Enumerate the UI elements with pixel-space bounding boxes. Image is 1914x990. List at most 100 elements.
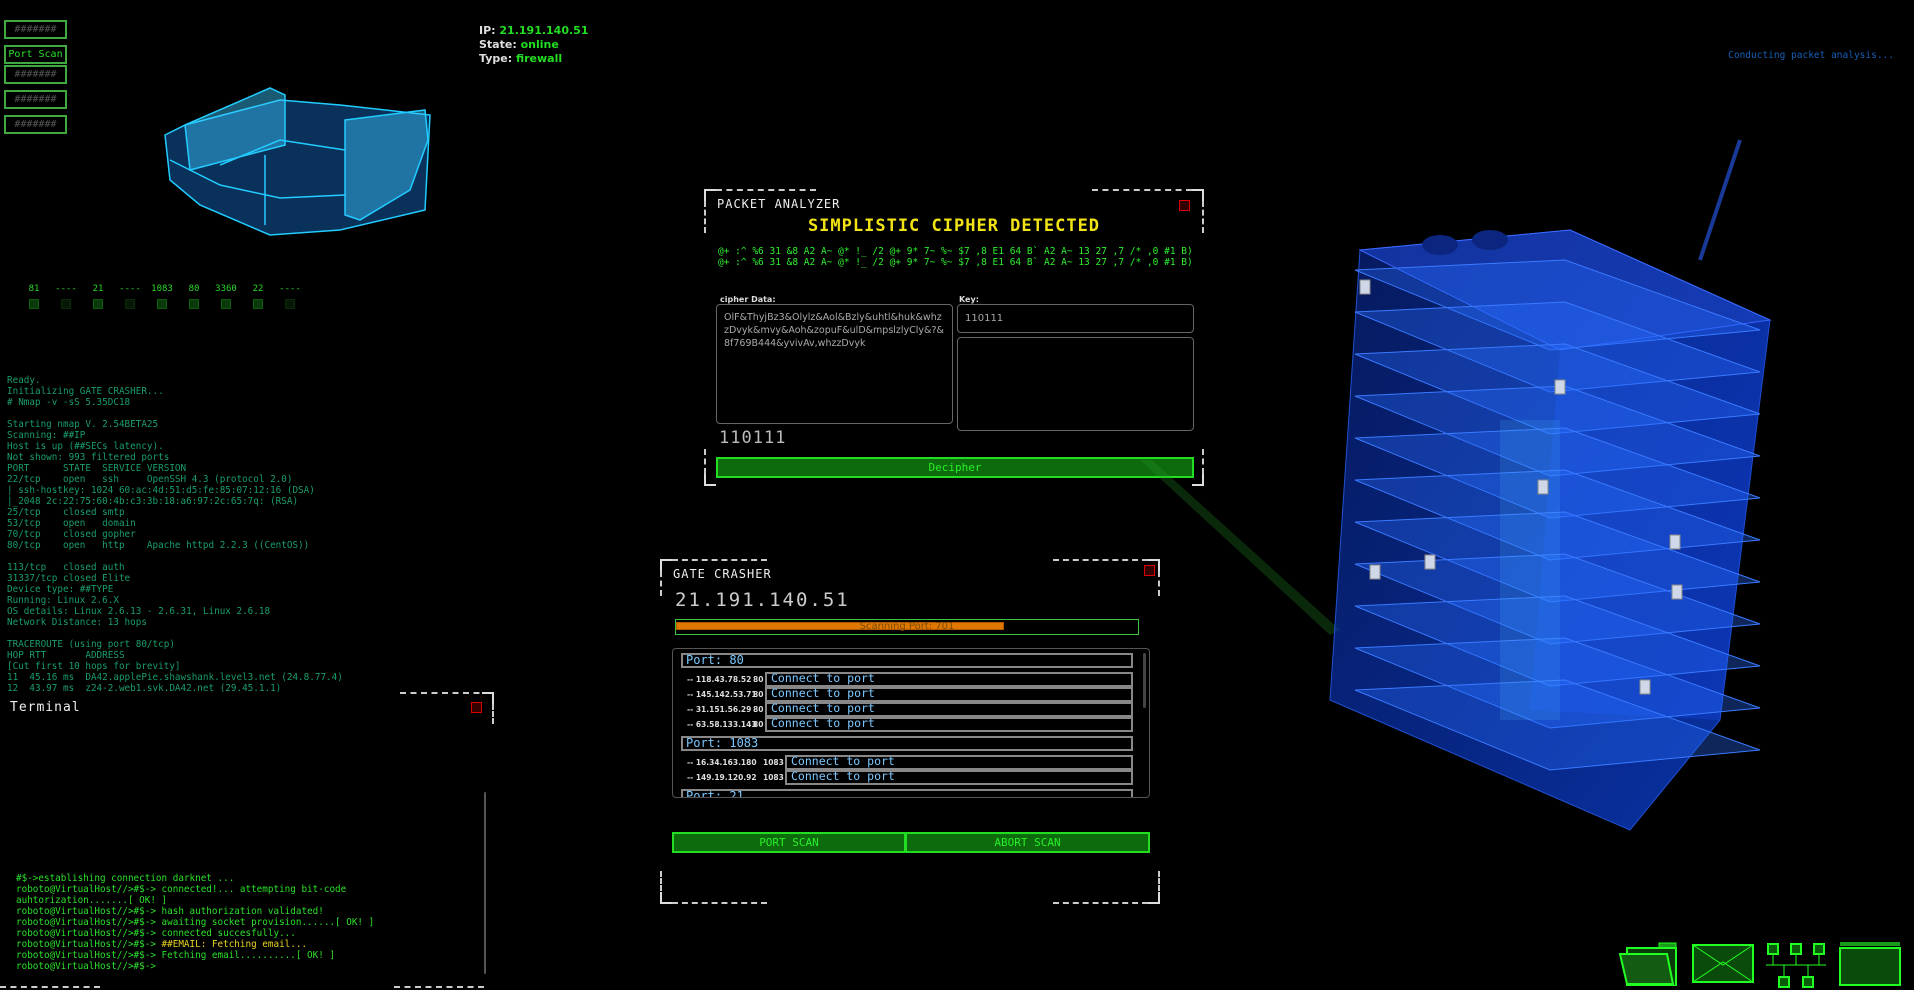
state-label: State: <box>479 38 517 51</box>
terminal-line: roboto@VirtualHost//>#$-> connected!... … <box>16 884 374 895</box>
host-port: 1083 <box>763 758 784 767</box>
port-status-light <box>93 299 103 309</box>
port-indicator: 21 <box>82 284 114 309</box>
port-group-header: Port: 80 <box>681 653 1133 668</box>
key-input[interactable]: 110111 <box>957 304 1194 333</box>
log-line: 25/tcp closed smtp <box>7 507 125 518</box>
host-row: -- 16.34.163.180 1083 Connect to port <box>681 755 1133 770</box>
host-row: -- 118.43.78.52 80 Connect to port <box>681 672 1133 687</box>
log-line: Network Distance: 13 hops <box>7 617 147 628</box>
terminal-title: Terminal <box>10 700 81 715</box>
menu-button-4[interactable]: ####### <box>4 90 67 109</box>
server-hologram <box>1329 139 1772 831</box>
host-port: 80 <box>753 690 764 699</box>
menu-button-3[interactable]: ####### <box>4 65 67 84</box>
port-scan-button[interactable]: Port Scan <box>4 45 67 64</box>
port-status-light <box>61 299 71 309</box>
port-indicator-label: ---- <box>119 284 141 294</box>
log-line: Device type: ##TYPE <box>7 584 114 595</box>
host-ip: -- 149.19.120.92 <box>687 773 757 782</box>
target-ip-display: 21.191.140.51 <box>675 589 850 611</box>
packet-dump: @+ :^ %6 31 &8 A2 A~ @* !_ /2 @+ 9* 7~ %… <box>718 246 1193 268</box>
log-line: 11 45.16 ms DA42.applePie.shawshank.leve… <box>7 672 343 683</box>
port-status-light <box>189 299 199 309</box>
close-icon[interactable] <box>471 702 482 713</box>
log-line: Starting nmap V. 2.54BETA25 <box>7 419 159 430</box>
port-indicator: 22 <box>242 284 274 309</box>
list-scrollbar[interactable] <box>1143 653 1146 708</box>
log-line: 53/tcp open domain <box>7 518 136 529</box>
terminal-line-text: roboto@VirtualHost//>#$-> <box>16 961 156 972</box>
terminal-line: roboto@VirtualHost//>#$-> ##EMAIL: Fetch… <box>16 939 374 950</box>
log-line: 80/tcp open http Apache httpd 2.2.3 ((Ce… <box>7 540 310 551</box>
host-port: 80 <box>753 720 764 729</box>
log-line: 113/tcp closed auth <box>7 562 125 573</box>
connect-to-port-button[interactable]: Connect to port <box>765 717 1133 732</box>
window-icon[interactable] <box>1839 941 1901 987</box>
host-ip: -- 118.43.78.52 <box>687 675 752 684</box>
network-icon[interactable] <box>1765 941 1827 989</box>
key-label: Key: <box>959 295 979 304</box>
log-line: Initializing GATE CRASHER... <box>7 386 164 397</box>
ip-value: 21.191.140.51 <box>499 24 589 37</box>
open-ports-list: Port: 80 -- 118.43.78.52 80 Connect to port… <box>672 648 1150 798</box>
port-indicator-label: ---- <box>279 284 301 294</box>
port-indicator-label: ---- <box>55 284 77 294</box>
type-value: firewall <box>515 52 563 65</box>
terminal-scrollbar[interactable] <box>484 792 486 974</box>
connect-to-port-button[interactable]: Connect to port <box>765 702 1133 717</box>
log-line: TRACEROUTE (using port 80/tcp) <box>7 639 175 650</box>
menu-button-5[interactable]: ####### <box>4 115 67 134</box>
port-indicator: ---- <box>274 284 306 309</box>
log-line: # Nmap -v -sS 5.35DC18 <box>7 397 131 408</box>
firewall-hologram <box>164 87 431 236</box>
port-scan-action-button[interactable]: PORT SCAN <box>672 832 906 853</box>
port-group-header: Port: 21 <box>681 789 1133 797</box>
log-line: Host is up (##SECs latency). <box>7 441 164 452</box>
host-row: -- 149.19.120.92 1083 Connect to port <box>681 770 1133 785</box>
port-indicator: ---- <box>50 284 82 309</box>
cipher-data-label: cipher Data: <box>720 295 776 304</box>
host-ip: -- 63.58.133.143 <box>687 720 757 729</box>
gate-crasher-title: GATE CRASHER <box>673 567 772 581</box>
cipher-heading: SIMPLISTIC CIPHER DETECTED <box>807 216 1101 236</box>
cipher-data-textarea[interactable]: OlF&ThyjBz3&Olylz&Aol&Bzly&uhtl&huk&whzz… <box>716 304 953 424</box>
port-indicator-label: 3360 <box>215 284 237 294</box>
port-indicator: 1083 <box>146 284 178 309</box>
terminal-output: #$->establishing connection darknet ... r… <box>16 873 374 972</box>
host-row: -- 31.151.56.29 80 Connect to port <box>681 702 1133 717</box>
port-status-light <box>253 299 263 309</box>
port-status-light <box>285 299 295 309</box>
terminal-line: roboto@VirtualHost//>#$-> connected succ… <box>16 928 374 939</box>
port-indicator-label: 1083 <box>151 284 173 294</box>
log-line: [Cut first 10 hops for brevity] <box>7 661 181 672</box>
log-line: 70/tcp closed gopher <box>7 529 136 540</box>
connect-to-port-button[interactable]: Connect to port <box>765 672 1133 687</box>
close-icon[interactable] <box>1144 565 1155 576</box>
nmap-log: Ready. Initializing GATE CRASHER... # Nmap… <box>7 375 343 727</box>
host-row: -- 145.142.53.71 80 Connect to port <box>681 687 1133 702</box>
terminal-line: roboto@VirtualHost//>#$-> awaiting socke… <box>16 917 374 928</box>
log-line: Not shown: 993 filtered ports <box>7 452 170 463</box>
connect-to-port-button[interactable]: Connect to port <box>765 687 1133 702</box>
log-line: PORT STATE SERVICE VERSION <box>7 463 187 474</box>
mail-icon[interactable] <box>1692 944 1754 984</box>
connect-to-port-button[interactable]: Connect to port <box>785 755 1133 770</box>
scan-progress-label: Scanning Port: 701 <box>859 621 955 632</box>
decipher-button[interactable]: Decipher <box>716 457 1194 478</box>
log-line: Running: Linux 2.6.X <box>7 595 119 606</box>
terminal-line-text: roboto@VirtualHost//>#$-> awaiting socke… <box>16 917 375 928</box>
log-line: 22/tcp open ssh OpenSSH 4.3 (protocol 2.… <box>7 474 293 485</box>
port-status-light <box>157 299 167 309</box>
connect-to-port-button[interactable]: Connect to port <box>785 770 1133 785</box>
menu-button-1[interactable]: ####### <box>4 20 67 39</box>
port-indicator: ---- <box>114 284 146 309</box>
log-line: | ssh-hostkey: 1024 60:ac:4d:51:d5:fe:85… <box>7 485 315 496</box>
output-textarea[interactable] <box>957 337 1194 431</box>
terminal-line: auhtorization.......[ OK! ] <box>16 895 374 906</box>
abort-scan-button[interactable]: ABORT SCAN <box>905 832 1150 853</box>
folder-icon[interactable] <box>1619 941 1679 986</box>
host-ip: -- 31.151.56.29 <box>687 705 752 714</box>
close-icon[interactable] <box>1179 200 1190 211</box>
